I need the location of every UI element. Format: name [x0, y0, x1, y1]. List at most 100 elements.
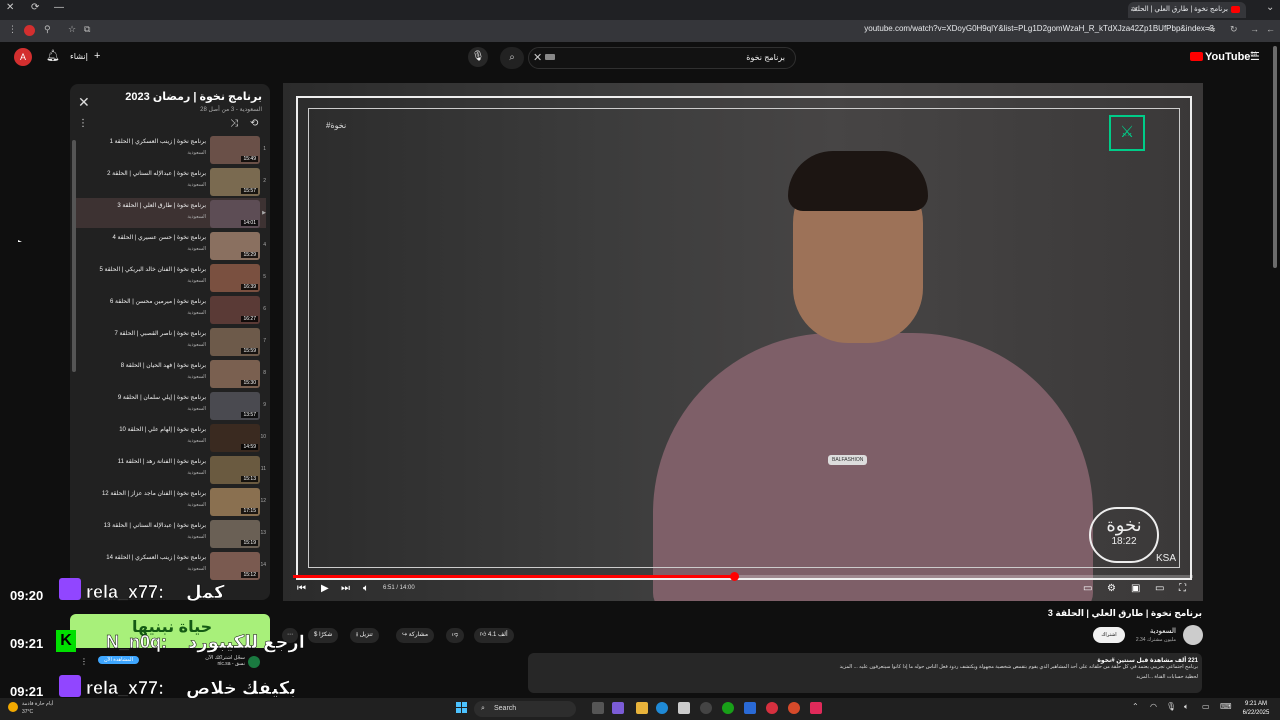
playlist-item[interactable]: 7 15:59 برنامج نخوة | ناصر القصبي | الحلقة… [76, 326, 266, 356]
wifi-icon[interactable]: ◠ [1150, 702, 1157, 711]
playlist-item-thumbnail[interactable]: 14:59 [210, 424, 260, 452]
playlist-item[interactable]: 4 15:29 برنامج نخوة | حسن عسيري | الحلقة 4… [76, 230, 266, 260]
bell-icon[interactable]: 🔔︎ [46, 49, 60, 62]
close-icon[interactable]: ✕ [78, 94, 90, 111]
weather-widget[interactable]: أيام حارة قادمة 37°C [8, 700, 53, 716]
keyboard-icon[interactable] [545, 54, 555, 60]
playlist-item-thumbnail[interactable]: 15:30 [210, 360, 260, 388]
playlist-item[interactable]: 5 16:39 برنامج نخوة | الفنان خالد البريكي … [76, 262, 266, 292]
share-button[interactable]: ↪ مشاركة [396, 628, 435, 643]
thanks-button[interactable]: $ شكرًا [308, 628, 339, 643]
progress-knob[interactable] [730, 572, 739, 581]
playlist-item-thumbnail[interactable]: 17:15 [210, 488, 260, 516]
hamburger-menu-icon[interactable]: ☰ [1250, 50, 1260, 63]
playlist-item[interactable]: 10 14:59 برنامج نخوة | إلهام علي | الحلقة … [76, 422, 266, 452]
playlist-item-thumbnail[interactable]: 15:57 [210, 168, 260, 196]
clear-search-icon[interactable]: ✕ [533, 51, 542, 64]
playlist-title[interactable]: برنامج نخوة | رمضان 2023 [125, 90, 262, 103]
menu-dots-icon[interactable]: ⋮ [8, 24, 17, 35]
forward-icon[interactable]: → [1250, 24, 1259, 34]
play-icon[interactable]: ▶ [321, 583, 329, 594]
profile-icon[interactable] [24, 25, 35, 36]
browser-tab[interactable]: ✕ برنامج نخوة | طارق العلي | الحلقة [1128, 2, 1246, 18]
create-button[interactable]: إنشاء + [70, 50, 100, 62]
playlist-item-thumbnail[interactable]: 15:19 [210, 520, 260, 548]
search-icon[interactable]: ⌕ [500, 47, 524, 69]
like-button[interactable]: 👍︎ 4.1 ألف [474, 628, 514, 643]
windows-start-icon[interactable] [456, 702, 468, 714]
ad-menu-icon[interactable]: ⋮ [80, 657, 88, 666]
url-text[interactable]: youtube.com/watch?v=XDoyG0H9qlY&list=PLg… [864, 24, 1214, 33]
task-view-icon[interactable] [592, 702, 604, 714]
subscribe-button[interactable]: اشتراك [1093, 627, 1125, 643]
tune-icon[interactable]: ⇋ [1208, 24, 1216, 35]
loop-icon[interactable]: ⟲ [250, 118, 258, 129]
xbox-icon[interactable] [722, 702, 734, 714]
dislike-button[interactable]: 👎︎ [446, 628, 465, 643]
channel-name[interactable]: السعودية [1150, 627, 1176, 635]
playlist-scrollbar[interactable] [72, 140, 76, 372]
playlist-item-thumbnail[interactable]: 15:12 [210, 552, 260, 580]
playlist-item-thumbnail[interactable]: 14:01 [210, 200, 260, 228]
minimize-window-icon[interactable]: — [54, 2, 64, 13]
bookmark-star-icon[interactable]: ☆ [68, 24, 76, 35]
playlist-item-thumbnail[interactable]: 15:13 [210, 456, 260, 484]
playlist-item-thumbnail[interactable]: 15:29 [210, 232, 260, 260]
tab-close-icon[interactable]: ✕ [1132, 2, 1139, 18]
restore-window-icon[interactable]: ⟳ [31, 2, 39, 13]
subtitles-icon[interactable]: ▭ [1083, 583, 1092, 594]
previous-icon[interactable]: ⏮ [297, 583, 306, 594]
page-scrollbar[interactable] [1273, 46, 1277, 268]
playlist-item[interactable]: 1 15:49 برنامج نخوة | زينب العسكري | الحلق… [76, 134, 266, 164]
browser-icon[interactable] [788, 702, 800, 714]
youtube-logo[interactable]: YouTubeSA [1190, 51, 1257, 63]
playlist-item[interactable]: 12 17:15 برنامج نخوة | الفنان ماجد عزاز | … [76, 486, 266, 516]
tiktok-icon[interactable] [810, 702, 822, 714]
volume-icon[interactable]: 🔈︎ [363, 583, 369, 594]
progress-bar[interactable] [293, 572, 1193, 581]
taskbar-search[interactable]: ⌕ Search [474, 701, 576, 717]
playlist-item-thumbnail[interactable]: 13:57 [210, 392, 260, 420]
next-icon[interactable]: ⏭ [341, 583, 350, 594]
search-input[interactable]: ✕ برنامج نخوة [528, 47, 796, 69]
playlist-item[interactable]: 8 15:30 برنامج نخوة | فهد الحيان | الحلقة … [76, 358, 266, 388]
playlist-item-thumbnail[interactable]: 15:59 [210, 328, 260, 356]
store-icon[interactable] [678, 702, 690, 714]
theater-mode-icon[interactable]: ▭ [1155, 583, 1164, 594]
close-window-icon[interactable]: ✕ [6, 2, 14, 13]
steam-icon[interactable] [700, 702, 712, 714]
playlist-item[interactable]: 2 15:57 برنامج نخوة | عبدالإله السناني | ا… [76, 166, 266, 196]
more-options-icon[interactable]: ⋮ [78, 118, 88, 129]
fullscreen-icon[interactable]: ⛶ [1179, 583, 1186, 594]
edge-icon[interactable] [656, 702, 668, 714]
site-info-icon[interactable]: ⧉ [84, 24, 90, 35]
shuffle-icon[interactable]: ⤨ [230, 118, 238, 129]
miniplayer-icon[interactable]: ▣ [1131, 583, 1140, 594]
playlist-item[interactable]: 6 16:27 برنامج نخوة | ميرمين محسن | الحلقة… [76, 294, 266, 324]
playlist-item[interactable]: 9 13:57 برنامج نخوة | إيلي سلمان | الحلقة … [76, 390, 266, 420]
tray-chevron-icon[interactable]: ⌃ [1132, 702, 1139, 711]
settings-gear-icon[interactable]: ⚙ [1107, 583, 1116, 594]
playlist-item-thumbnail[interactable]: 16:39 [210, 264, 260, 292]
mic-icon[interactable]: 🎙︎ [468, 47, 488, 67]
video-player[interactable]: BALFASHION #نخوة ⚔ نخوة 18:22 KSA ⏮ ▶ ⏭ … [283, 83, 1203, 601]
download-button[interactable]: ⭳ تنزيل [350, 628, 379, 643]
avatar[interactable]: A [14, 48, 32, 66]
extension-icon[interactable]: ⚲ [44, 24, 51, 35]
editor-icon[interactable] [744, 702, 756, 714]
taskbar-clock[interactable]: 9:21 AM 6/22/2025 [1238, 700, 1274, 718]
network-icon[interactable]: ▭ [1202, 702, 1210, 711]
playlist-item[interactable]: 14 15:12 برنامج نخوة | زينب العسكري | الحل… [76, 550, 266, 580]
playlist-item[interactable]: 13 15:19 برنامج نخوة | عبدالإله السناني | … [76, 518, 266, 548]
language-icon[interactable]: ⌨ [1220, 702, 1232, 711]
speaker-icon[interactable]: 🔈︎ [1184, 702, 1189, 712]
playlist-item[interactable]: 11 15:13 برنامج نخوة | الفنانة رهد | الحلق… [76, 454, 266, 484]
chrome-icon[interactable] [766, 702, 778, 714]
mic-tray-icon[interactable]: 🎙︎ [1166, 702, 1176, 711]
file-explorer-icon[interactable] [636, 702, 648, 714]
back-icon[interactable]: ← [1266, 24, 1275, 34]
watch-now-button[interactable]: المشاهدة الآن [98, 656, 139, 664]
description-box[interactable]: 221 ألف مشاهدة قبل سنتين #نخوة برنامج اج… [528, 653, 1202, 693]
reload-icon[interactable]: ↻ [1230, 24, 1238, 35]
channel-avatar[interactable] [1183, 625, 1203, 645]
